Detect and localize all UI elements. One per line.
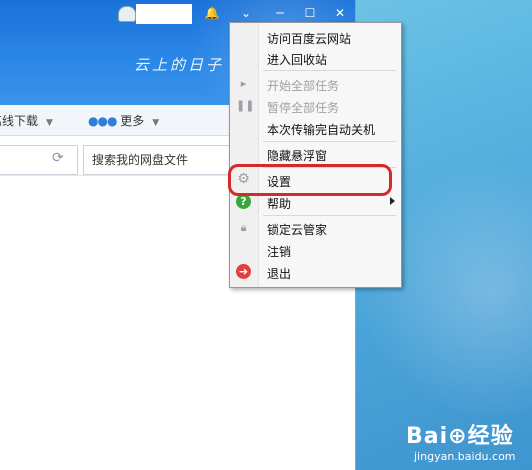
menu-item-label: 开始全部任务 <box>267 79 340 93</box>
chevron-down-icon: ▼ <box>152 118 160 128</box>
user-avatar-icon[interactable] <box>118 6 136 22</box>
menu-item-label: 锁定云管家 <box>267 223 328 237</box>
exit-arrow-icon: ➜ <box>236 264 251 279</box>
menu-item-exit[interactable]: ➜ 退出 <box>230 262 401 282</box>
menu-item-hide-float[interactable]: 隐藏悬浮窗 <box>230 144 401 164</box>
slogan-text: 云上的日子 <box>134 56 225 74</box>
menu-item-label: 帮助 <box>267 197 292 211</box>
menu-item-recycle-bin[interactable]: 进入回收站 <box>230 48 401 68</box>
menu-separator <box>263 70 396 71</box>
menu-item-logout[interactable]: 注销 <box>230 240 401 260</box>
play-icon: ▸ <box>240 77 247 90</box>
menu-dropdown-icon[interactable]: ⌄ <box>234 2 258 24</box>
menu-item-label: 退出 <box>267 267 292 281</box>
maximize-button[interactable]: ☐ <box>298 2 322 24</box>
menu-item-label: 进入回收站 <box>267 53 328 67</box>
menu-item-start-all: ▸ 开始全部任务 <box>230 74 401 94</box>
menu-item-label: 注销 <box>267 245 292 259</box>
menu-item-label: 隐藏悬浮窗 <box>267 149 328 163</box>
minimize-button[interactable]: ─ <box>268 2 292 24</box>
more-label: 更多 <box>120 114 145 128</box>
help-icon: ? <box>236 194 251 209</box>
submenu-arrow-icon <box>390 197 395 205</box>
lock-icon: 🔒︎ <box>240 221 247 234</box>
watermark-url: jingyan.baidu.com <box>414 450 516 463</box>
menu-separator <box>263 215 396 216</box>
baidu-jingyan-logo: Bai⊕经验 <box>406 424 514 449</box>
menu-separator <box>263 141 396 142</box>
offline-download-label: 离线下载 <box>0 114 39 128</box>
menu-item-lock[interactable]: 🔒︎ 锁定云管家 <box>230 218 401 238</box>
main-menu: 访问百度云网站 进入回收站 ▸ 开始全部任务 ❚❚ 暂停全部任务 本次传输完自动… <box>229 22 402 288</box>
menu-item-label: 本次传输完自动关机 <box>267 123 376 137</box>
menu-item-visit-site[interactable]: 访问百度云网站 <box>230 27 401 47</box>
menu-item-label: 访问百度云网站 <box>267 32 352 46</box>
pause-icon: ❚❚ <box>236 99 255 112</box>
watermark: Bai⊕经验 jingyan.baidu.com <box>406 418 516 463</box>
notification-bell-icon[interactable]: 🔔 <box>200 2 224 24</box>
offline-download-button[interactable]: 离线下载 ▼ <box>0 112 53 129</box>
more-dots-icon: ●●● <box>88 114 117 128</box>
more-button[interactable]: ●●● 更多 ▼ <box>88 112 159 129</box>
path-bar: ⟳ <box>0 145 78 175</box>
menu-item-auto-shutdown[interactable]: 本次传输完自动关机 <box>230 118 401 138</box>
chevron-down-icon: ▼ <box>46 118 53 128</box>
settings-highlight-annotation <box>228 164 392 196</box>
username-redacted <box>136 4 192 24</box>
refresh-icon[interactable]: ⟳ <box>52 150 64 166</box>
menu-item-pause-all: ❚❚ 暂停全部任务 <box>230 96 401 116</box>
close-button[interactable]: ✕ <box>328 2 352 24</box>
menu-item-label: 暂停全部任务 <box>267 101 340 115</box>
